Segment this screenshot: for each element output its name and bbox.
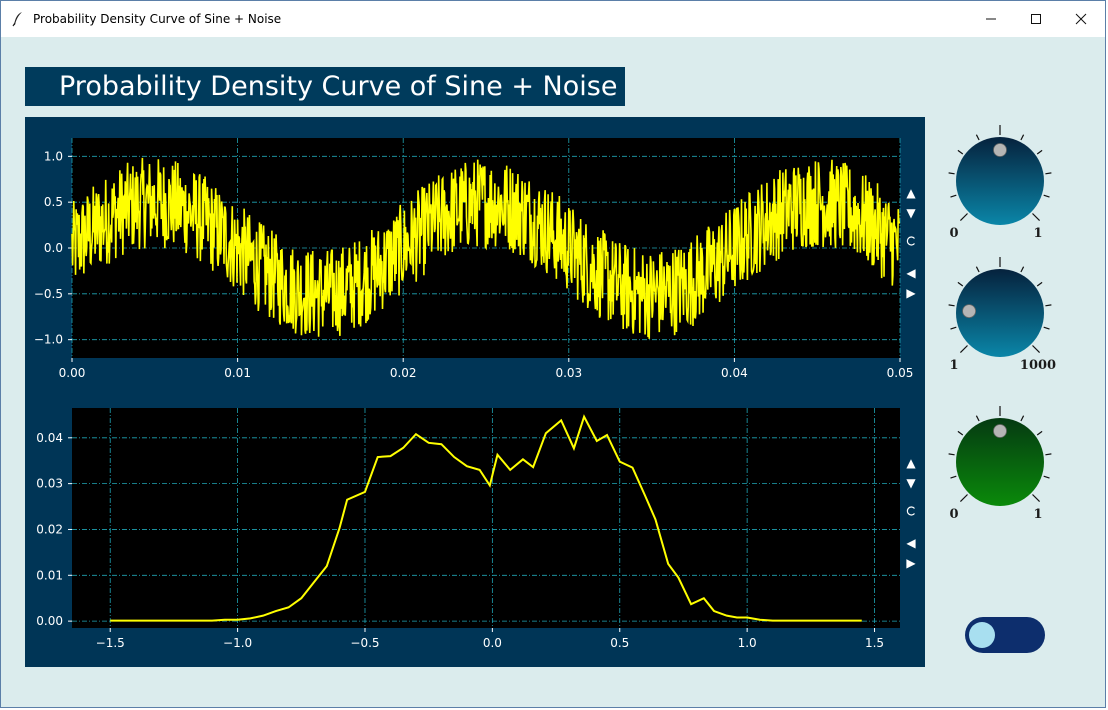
knob-tick: [948, 304, 955, 307]
minimize-icon: [986, 18, 996, 20]
knob-tick: [1036, 281, 1043, 287]
knob-max-label: 1000: [1020, 358, 1056, 373]
y-tick-label: −1.0: [34, 333, 63, 347]
y-tick-label: 0.03: [36, 477, 63, 491]
knob-tick: [1045, 453, 1052, 456]
knob-tick: [959, 213, 968, 222]
y-tick-label: 0.02: [36, 522, 63, 536]
chart-1: −1.5 −1.0 −0.5 0.0 0.5 1.0 1.5 0.04 0.03 0.02 0.01…: [36, 408, 900, 650]
knob-tick: [957, 281, 964, 287]
refresh-icon: [906, 236, 915, 246]
y-tick-label: 0.0: [44, 241, 63, 255]
y-tick-label: 0.04: [36, 431, 63, 445]
y-tick-label: 0.5: [44, 195, 63, 209]
pan-left-button[interactable]: ◀: [901, 265, 921, 281]
pan-right-button[interactable]: ▶: [901, 285, 921, 301]
pan-left-button[interactable]: ◀: [901, 535, 921, 551]
feather-icon: [12, 12, 22, 27]
close-button[interactable]: [1058, 1, 1104, 37]
knob-tick: [1032, 345, 1041, 354]
x-tick-label: 0.0: [483, 636, 502, 650]
knob-tick: [948, 172, 955, 175]
knob-tick: [1032, 213, 1041, 222]
knob-min-label: 0: [949, 507, 958, 521]
knob-tick: [1032, 494, 1041, 503]
knob-min-label: 1: [949, 358, 958, 373]
chart-0: 0.00 0.01 0.02 0.03 0.04 0.05 1.0 0.5 0.0 −0.5 −1.…: [34, 138, 914, 380]
knob-tick: [1045, 304, 1052, 307]
toggle-switch[interactable]: [965, 617, 1045, 653]
toggle-thumb[interactable]: [969, 622, 995, 648]
knob-tick: [1045, 172, 1052, 175]
app-window: Probability Density Curve of Sine + Nois…: [0, 0, 1106, 708]
pan-right-button[interactable]: ▶: [901, 555, 921, 571]
plot-panel: 0.00 0.01 0.02 0.03 0.04 0.05 1.0 0.5 0.0 −0.5 −1.…: [25, 117, 925, 667]
knob-max-label: 1: [1033, 507, 1042, 521]
knob-tick: [1043, 194, 1050, 198]
knob-tick: [950, 475, 957, 479]
knob-tick: [975, 415, 980, 422]
x-tick-label: 0.5: [610, 636, 629, 650]
knob-tick: [950, 194, 957, 198]
page-title: Probability Density Curve of Sine + Nois…: [25, 67, 625, 106]
reset-view-button[interactable]: [901, 235, 921, 251]
knob-tick: [957, 430, 964, 436]
x-tick-label: 1.0: [738, 636, 757, 650]
knob-tick: [1036, 430, 1043, 436]
x-tick-label: 0.05: [887, 366, 914, 380]
maximize-button[interactable]: [1013, 1, 1059, 37]
y-tick-label: 0.00: [36, 614, 63, 628]
knob-indicator: [993, 424, 1007, 438]
pan-up-button[interactable]: ▲: [901, 455, 921, 471]
x-tick-label: 0.03: [555, 366, 582, 380]
noise-knob[interactable]: 1 1000: [948, 257, 1056, 373]
knob-tick: [1020, 266, 1025, 273]
x-tick-label: −1.5: [96, 636, 125, 650]
x-tick-label: 1.5: [865, 636, 884, 650]
x-tick-label: 0.00: [59, 366, 86, 380]
knob-tick: [1043, 475, 1050, 479]
knob-indicator: [962, 304, 976, 319]
knob-tick: [957, 149, 964, 155]
window-title: Probability Density Curve of Sine + Nois…: [33, 12, 282, 26]
minimize-button[interactable]: [968, 1, 1014, 37]
x-tick-label: 0.01: [224, 366, 251, 380]
plots-canvas: 0.00 0.01 0.02 0.03 0.04 0.051.00.50.0−0.5−1.…: [34, 138, 914, 650]
knob-indicator: [993, 143, 1007, 157]
knob-tick: [1036, 149, 1043, 155]
y-tick-label: 0.01: [36, 568, 63, 582]
x-tick-label: 0.04: [721, 366, 748, 380]
level-knob[interactable]: 01: [948, 406, 1052, 521]
knob-tick: [1043, 326, 1050, 330]
knob-tick: [975, 134, 980, 141]
knob-tick: [950, 326, 957, 330]
y-tick-label: −0.5: [34, 287, 63, 301]
plot-area: [72, 408, 900, 628]
knob-tick: [948, 453, 955, 456]
close-icon: [1075, 13, 1087, 25]
maximize-icon: [1031, 14, 1041, 24]
reset-view-button[interactable]: [901, 505, 921, 521]
knob-tick: [959, 345, 968, 354]
amplitude-knob[interactable]: 01: [948, 125, 1052, 241]
pan-down-button[interactable]: ▼: [901, 205, 921, 221]
pan-up-button[interactable]: ▲: [901, 185, 921, 201]
x-tick-label: −1.0: [223, 636, 252, 650]
knob-panel: 0 11 10000 1: [948, 125, 1056, 521]
knob-max-label: 1: [1033, 226, 1042, 241]
knob-tick: [959, 494, 968, 503]
knob-tick: [975, 266, 980, 273]
title-bar: Probability Density Curve of Sine + Nois…: [1, 1, 1105, 37]
knob-tick: [1020, 134, 1025, 141]
refresh-icon: [906, 506, 915, 516]
y-tick-label: 1.0: [44, 149, 63, 163]
x-tick-label: 0.02: [390, 366, 417, 380]
x-tick-label: −0.5: [350, 636, 379, 650]
knob-tick: [1020, 415, 1025, 422]
pan-down-button[interactable]: ▼: [901, 475, 921, 491]
knob-min-label: 0: [949, 226, 958, 241]
